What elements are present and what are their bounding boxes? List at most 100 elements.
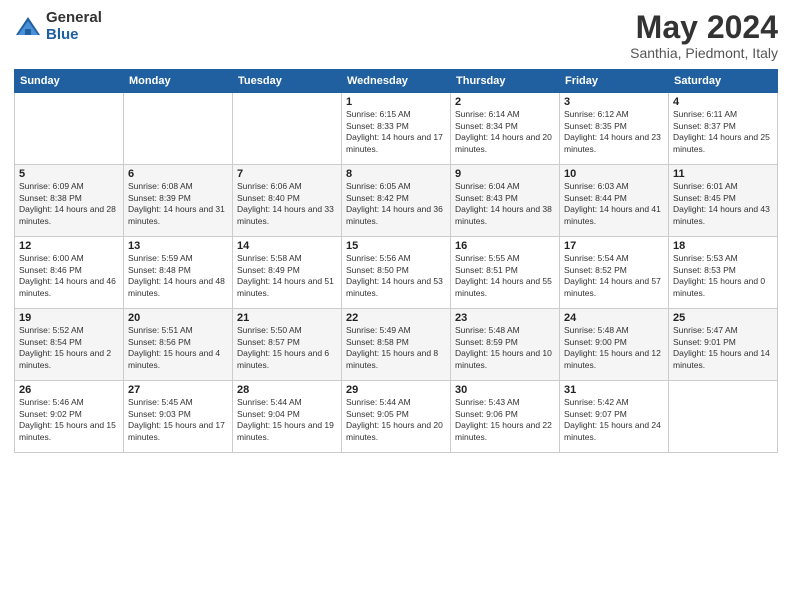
day-number: 29 <box>346 384 446 396</box>
table-row: 14 Sunrise: 5:58 AMSunset: 8:49 PMDaylig… <box>233 237 342 309</box>
day-number: 19 <box>19 312 119 324</box>
day-number: 9 <box>455 168 555 180</box>
col-monday: Monday <box>124 70 233 93</box>
day-info: Sunrise: 5:42 AMSunset: 9:07 PMDaylight:… <box>564 397 664 443</box>
table-row: 3 Sunrise: 6:12 AMSunset: 8:35 PMDayligh… <box>560 93 669 165</box>
day-number: 3 <box>564 96 664 108</box>
table-row: 15 Sunrise: 5:56 AMSunset: 8:50 PMDaylig… <box>342 237 451 309</box>
day-number: 5 <box>19 168 119 180</box>
table-row: 17 Sunrise: 5:54 AMSunset: 8:52 PMDaylig… <box>560 237 669 309</box>
col-wednesday: Wednesday <box>342 70 451 93</box>
day-number: 15 <box>346 240 446 252</box>
day-info: Sunrise: 5:48 AMSunset: 9:00 PMDaylight:… <box>564 325 664 371</box>
day-info: Sunrise: 6:04 AMSunset: 8:43 PMDaylight:… <box>455 181 555 227</box>
location-subtitle: Santhia, Piedmont, Italy <box>630 45 778 61</box>
table-row <box>669 381 778 453</box>
day-info: Sunrise: 5:46 AMSunset: 9:02 PMDaylight:… <box>19 397 119 443</box>
day-number: 28 <box>237 384 337 396</box>
day-number: 11 <box>673 168 773 180</box>
header: General Blue May 2024 Santhia, Piedmont,… <box>14 10 778 61</box>
day-info: Sunrise: 6:15 AMSunset: 8:33 PMDaylight:… <box>346 109 446 155</box>
col-tuesday: Tuesday <box>233 70 342 93</box>
table-row: 12 Sunrise: 6:00 AMSunset: 8:46 PMDaylig… <box>15 237 124 309</box>
day-info: Sunrise: 5:44 AMSunset: 9:05 PMDaylight:… <box>346 397 446 443</box>
table-row: 10 Sunrise: 6:03 AMSunset: 8:44 PMDaylig… <box>560 165 669 237</box>
day-info: Sunrise: 6:03 AMSunset: 8:44 PMDaylight:… <box>564 181 664 227</box>
day-info: Sunrise: 5:48 AMSunset: 8:59 PMDaylight:… <box>455 325 555 371</box>
day-info: Sunrise: 5:55 AMSunset: 8:51 PMDaylight:… <box>455 253 555 299</box>
table-row: 18 Sunrise: 5:53 AMSunset: 8:53 PMDaylig… <box>669 237 778 309</box>
month-title: May 2024 <box>630 10 778 45</box>
day-info: Sunrise: 5:58 AMSunset: 8:49 PMDaylight:… <box>237 253 337 299</box>
day-info: Sunrise: 5:44 AMSunset: 9:04 PMDaylight:… <box>237 397 337 443</box>
day-number: 22 <box>346 312 446 324</box>
day-number: 27 <box>128 384 228 396</box>
calendar-week-4: 19 Sunrise: 5:52 AMSunset: 8:54 PMDaylig… <box>15 309 778 381</box>
logo-text: General Blue <box>46 10 102 43</box>
table-row: 5 Sunrise: 6:09 AMSunset: 8:38 PMDayligh… <box>15 165 124 237</box>
calendar-week-2: 5 Sunrise: 6:09 AMSunset: 8:38 PMDayligh… <box>15 165 778 237</box>
day-number: 30 <box>455 384 555 396</box>
table-row: 19 Sunrise: 5:52 AMSunset: 8:54 PMDaylig… <box>15 309 124 381</box>
day-number: 26 <box>19 384 119 396</box>
table-row: 8 Sunrise: 6:05 AMSunset: 8:42 PMDayligh… <box>342 165 451 237</box>
day-number: 7 <box>237 168 337 180</box>
col-thursday: Thursday <box>451 70 560 93</box>
table-row: 4 Sunrise: 6:11 AMSunset: 8:37 PMDayligh… <box>669 93 778 165</box>
calendar-week-1: 1 Sunrise: 6:15 AMSunset: 8:33 PMDayligh… <box>15 93 778 165</box>
day-number: 23 <box>455 312 555 324</box>
table-row: 28 Sunrise: 5:44 AMSunset: 9:04 PMDaylig… <box>233 381 342 453</box>
col-sunday: Sunday <box>15 70 124 93</box>
day-number: 16 <box>455 240 555 252</box>
page: General Blue May 2024 Santhia, Piedmont,… <box>0 0 792 612</box>
table-row: 6 Sunrise: 6:08 AMSunset: 8:39 PMDayligh… <box>124 165 233 237</box>
day-number: 6 <box>128 168 228 180</box>
day-number: 2 <box>455 96 555 108</box>
day-number: 24 <box>564 312 664 324</box>
day-info: Sunrise: 5:52 AMSunset: 8:54 PMDaylight:… <box>19 325 119 371</box>
table-row: 7 Sunrise: 6:06 AMSunset: 8:40 PMDayligh… <box>233 165 342 237</box>
day-number: 18 <box>673 240 773 252</box>
day-info: Sunrise: 5:53 AMSunset: 8:53 PMDaylight:… <box>673 253 773 299</box>
day-number: 20 <box>128 312 228 324</box>
day-info: Sunrise: 6:14 AMSunset: 8:34 PMDaylight:… <box>455 109 555 155</box>
table-row: 27 Sunrise: 5:45 AMSunset: 9:03 PMDaylig… <box>124 381 233 453</box>
table-row: 16 Sunrise: 5:55 AMSunset: 8:51 PMDaylig… <box>451 237 560 309</box>
col-saturday: Saturday <box>669 70 778 93</box>
day-info: Sunrise: 6:05 AMSunset: 8:42 PMDaylight:… <box>346 181 446 227</box>
table-row <box>124 93 233 165</box>
day-info: Sunrise: 5:51 AMSunset: 8:56 PMDaylight:… <box>128 325 228 371</box>
day-info: Sunrise: 6:01 AMSunset: 8:45 PMDaylight:… <box>673 181 773 227</box>
calendar-week-5: 26 Sunrise: 5:46 AMSunset: 9:02 PMDaylig… <box>15 381 778 453</box>
title-block: May 2024 Santhia, Piedmont, Italy <box>630 10 778 61</box>
header-row: Sunday Monday Tuesday Wednesday Thursday… <box>15 70 778 93</box>
table-row: 2 Sunrise: 6:14 AMSunset: 8:34 PMDayligh… <box>451 93 560 165</box>
day-info: Sunrise: 5:50 AMSunset: 8:57 PMDaylight:… <box>237 325 337 371</box>
table-row: 29 Sunrise: 5:44 AMSunset: 9:05 PMDaylig… <box>342 381 451 453</box>
day-number: 25 <box>673 312 773 324</box>
day-number: 12 <box>19 240 119 252</box>
table-row: 1 Sunrise: 6:15 AMSunset: 8:33 PMDayligh… <box>342 93 451 165</box>
day-info: Sunrise: 5:45 AMSunset: 9:03 PMDaylight:… <box>128 397 228 443</box>
col-friday: Friday <box>560 70 669 93</box>
day-info: Sunrise: 5:49 AMSunset: 8:58 PMDaylight:… <box>346 325 446 371</box>
day-info: Sunrise: 6:09 AMSunset: 8:38 PMDaylight:… <box>19 181 119 227</box>
day-number: 1 <box>346 96 446 108</box>
table-row: 11 Sunrise: 6:01 AMSunset: 8:45 PMDaylig… <box>669 165 778 237</box>
day-number: 10 <box>564 168 664 180</box>
table-row <box>15 93 124 165</box>
day-info: Sunrise: 5:59 AMSunset: 8:48 PMDaylight:… <box>128 253 228 299</box>
day-number: 8 <box>346 168 446 180</box>
day-number: 4 <box>673 96 773 108</box>
logo-icon <box>14 13 42 41</box>
table-row: 13 Sunrise: 5:59 AMSunset: 8:48 PMDaylig… <box>124 237 233 309</box>
table-row: 23 Sunrise: 5:48 AMSunset: 8:59 PMDaylig… <box>451 309 560 381</box>
table-row: 24 Sunrise: 5:48 AMSunset: 9:00 PMDaylig… <box>560 309 669 381</box>
calendar-table: Sunday Monday Tuesday Wednesday Thursday… <box>14 69 778 453</box>
table-row: 26 Sunrise: 5:46 AMSunset: 9:02 PMDaylig… <box>15 381 124 453</box>
day-info: Sunrise: 5:54 AMSunset: 8:52 PMDaylight:… <box>564 253 664 299</box>
logo-blue: Blue <box>46 27 102 44</box>
calendar-week-3: 12 Sunrise: 6:00 AMSunset: 8:46 PMDaylig… <box>15 237 778 309</box>
table-row: 30 Sunrise: 5:43 AMSunset: 9:06 PMDaylig… <box>451 381 560 453</box>
table-row: 31 Sunrise: 5:42 AMSunset: 9:07 PMDaylig… <box>560 381 669 453</box>
